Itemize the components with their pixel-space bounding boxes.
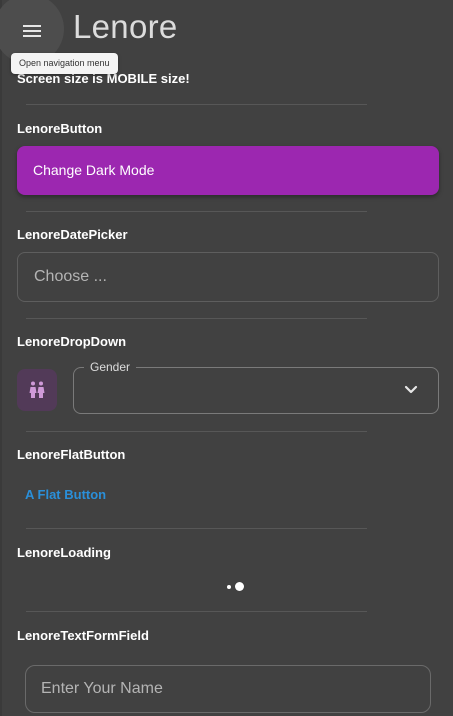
section-label-dropdown: LenoreDropDown [17, 334, 127, 349]
loading-dot [227, 585, 231, 589]
divider [26, 431, 367, 432]
wc-people-icon [29, 381, 45, 398]
gender-icon-box [17, 369, 57, 411]
drawer-edge [0, 0, 2, 716]
app-title: Lenore [73, 8, 178, 45]
section-label-text-form-field: LenoreTextFormField [17, 628, 149, 643]
divider [26, 211, 367, 212]
section-label-loading: LenoreLoading [17, 545, 111, 560]
loading-dot [235, 582, 244, 591]
chevron-down-icon [404, 385, 418, 394]
divider [26, 318, 367, 319]
divider [26, 528, 367, 529]
app-screen: Lenore Open navigation menu Screen size … [0, 0, 453, 716]
loading-indicator [225, 582, 249, 592]
gender-dropdown[interactable]: Gender [73, 360, 439, 414]
menu-tooltip: Open navigation menu [11, 53, 118, 74]
name-input[interactable]: Enter Your Name [25, 665, 431, 713]
change-dark-mode-button[interactable]: Change Dark Mode [17, 146, 439, 195]
dropdown-label: Gender [84, 360, 137, 374]
section-label-date-picker: LenoreDatePicker [17, 227, 128, 242]
flat-button[interactable]: A Flat Button [25, 487, 106, 502]
section-label-flat-button: LenoreFlatButton [17, 447, 126, 462]
divider [26, 611, 367, 612]
menu-icon [23, 25, 41, 37]
section-label-button: LenoreButton [17, 121, 103, 136]
divider [26, 104, 367, 105]
date-picker-field[interactable]: Choose ... [17, 252, 439, 302]
